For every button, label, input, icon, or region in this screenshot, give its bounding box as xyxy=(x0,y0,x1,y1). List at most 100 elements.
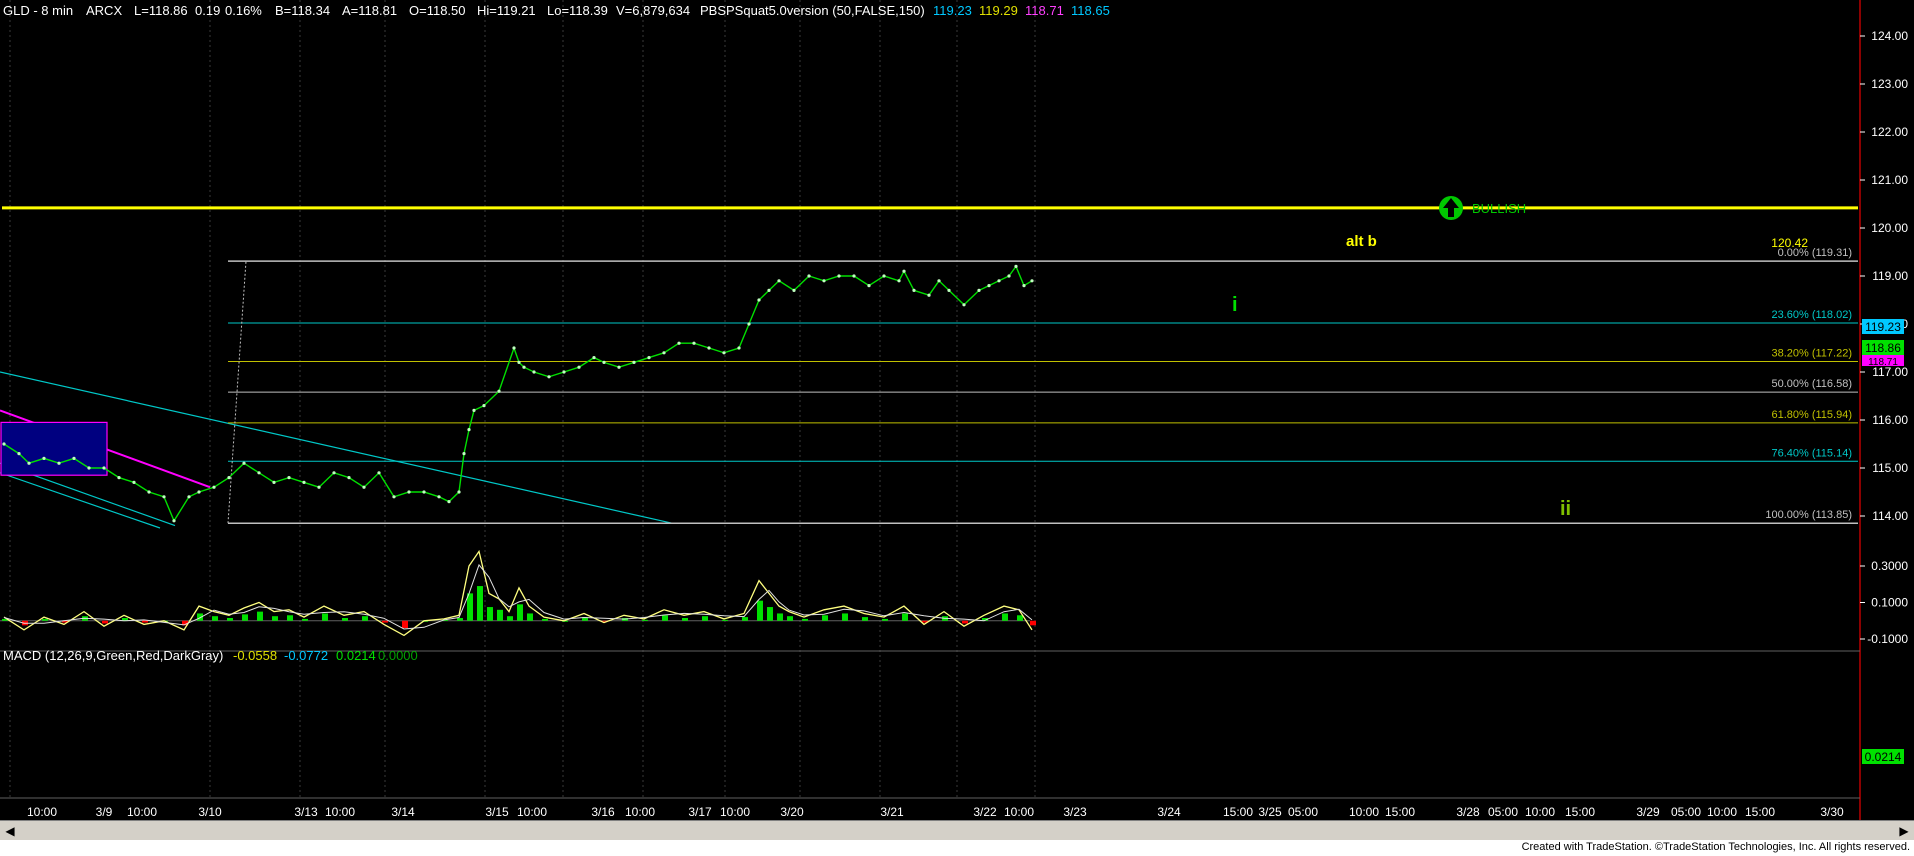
price-point xyxy=(377,471,381,475)
price-point xyxy=(482,404,486,408)
badge-macd-text: 0.0214 xyxy=(1865,750,1902,764)
time-tick-label: 3/22 xyxy=(973,805,997,819)
time-tick-label: 3/10 xyxy=(198,805,222,819)
time-tick-label: 3/29 xyxy=(1636,805,1660,819)
price-point xyxy=(172,519,176,523)
macd-hist-bar xyxy=(382,620,388,623)
change: 0.19 xyxy=(195,3,220,18)
macd-hist-bar xyxy=(527,613,533,621)
price-point xyxy=(792,288,796,292)
time-tick-label: 3/9 xyxy=(96,805,113,819)
macd-tick-label: 0.3000 xyxy=(1871,559,1908,573)
price-point xyxy=(272,480,276,484)
macd-hist-bar xyxy=(457,618,463,621)
price-point xyxy=(212,485,216,489)
price-point xyxy=(737,346,741,350)
price-point xyxy=(777,279,781,283)
price-point xyxy=(757,298,761,302)
macd-hist-bar xyxy=(742,617,748,621)
price-point xyxy=(997,279,1001,283)
consolidation-box xyxy=(0,421,108,476)
macd-hist-bar xyxy=(542,618,548,621)
time-tick-label: 3/14 xyxy=(391,805,415,819)
price-point xyxy=(662,351,666,355)
indicator-value-3: 118.71 xyxy=(1025,3,1064,18)
time-tick-label: 10:00 xyxy=(27,805,57,819)
price-point xyxy=(987,284,991,288)
time-tick-label: 05:00 xyxy=(1671,805,1701,819)
fib-label: 50.00% (116.58) xyxy=(1771,378,1852,390)
price-point xyxy=(462,452,466,456)
price-point xyxy=(332,471,336,475)
macd-hist-bar xyxy=(642,619,648,621)
price-point xyxy=(747,322,751,326)
exchange-label: ARCX xyxy=(86,3,122,18)
high: Hi=119.21 xyxy=(477,3,536,18)
price-point xyxy=(707,346,711,350)
macd-hist-bar xyxy=(42,618,48,621)
macd-hist-bar xyxy=(342,618,348,621)
time-tick-label: 10:00 xyxy=(1707,805,1737,819)
indicator-label: PBSPSquat5.0version (50,FALSE,150) xyxy=(700,3,925,18)
price-point xyxy=(902,269,906,273)
scroll-left-icon[interactable]: ◀ xyxy=(2,823,18,839)
macd-hist-bar xyxy=(497,609,503,621)
time-tick-label: 15:00 xyxy=(1385,805,1415,819)
macd-hist-bar xyxy=(902,613,908,621)
macd-diff-value: 0.0214 xyxy=(336,648,376,663)
price-point xyxy=(467,428,471,432)
price-point xyxy=(927,293,931,297)
scroll-right-icon[interactable]: ▶ xyxy=(1896,823,1912,839)
price-tick-label: 114.00 xyxy=(1872,509,1908,523)
price-point xyxy=(187,495,191,499)
macd-label: MACD (12,26,9,Green,Red,DarkGray) xyxy=(3,648,223,663)
fib-label: 38.20% (117.22) xyxy=(1771,347,1852,359)
price-tick-label: 121.00 xyxy=(1871,173,1908,187)
macd-hist-bar xyxy=(507,616,513,621)
fib-label: 61.80% (115.94) xyxy=(1771,409,1852,421)
price-point xyxy=(937,279,941,283)
price-point xyxy=(472,408,476,412)
time-tick-label: 3/20 xyxy=(780,805,804,819)
time-tick-label: 10:00 xyxy=(625,805,655,819)
price-point xyxy=(162,495,166,499)
alt-b-value: 120.42 xyxy=(1771,236,1808,250)
wave-ii-label: ii xyxy=(1560,498,1571,520)
price-point xyxy=(722,351,726,355)
macd-hist-bar xyxy=(242,614,248,621)
price-point xyxy=(457,490,461,494)
price-point xyxy=(577,365,581,369)
price-point xyxy=(242,461,246,465)
time-tick-label: 15:00 xyxy=(1565,805,1595,819)
price-point xyxy=(102,466,106,470)
price-tick-label: 115.00 xyxy=(1872,461,1908,475)
price-point xyxy=(897,279,901,283)
price-point xyxy=(767,288,771,292)
price-point xyxy=(852,274,856,278)
time-tick-label: 3/24 xyxy=(1157,805,1181,819)
price-point xyxy=(647,356,651,360)
price-point xyxy=(547,375,551,379)
price-point xyxy=(632,360,636,364)
macd-hist-bar xyxy=(322,613,328,621)
price-point xyxy=(1022,284,1026,288)
price-point xyxy=(257,471,261,475)
macd-header: MACD (12,26,9,Green,Red,DarkGray) -0.055… xyxy=(3,648,418,663)
horizontal-scrollbar[interactable]: ◀ ▶ xyxy=(0,820,1914,841)
badge-low-text: 118.71 xyxy=(1868,357,1898,368)
low: Lo=118.39 xyxy=(547,3,608,18)
open: O=118.50 xyxy=(409,3,466,18)
macd-hist-bar xyxy=(257,611,263,621)
macd-hist-bar xyxy=(757,600,763,621)
price-point xyxy=(437,495,441,499)
price-point xyxy=(882,274,886,278)
time-tick-label: 05:00 xyxy=(1488,805,1518,819)
macd-hist-bar xyxy=(477,586,483,621)
macd-hist-bar xyxy=(142,620,148,623)
macd-hist-bar xyxy=(882,618,888,621)
price-point xyxy=(407,490,411,494)
price-tick-label: 122.00 xyxy=(1871,125,1908,139)
price-tick-label: 123.00 xyxy=(1871,77,1908,91)
macd-hist-bar xyxy=(272,616,278,621)
macd-hist-bar xyxy=(302,618,308,621)
